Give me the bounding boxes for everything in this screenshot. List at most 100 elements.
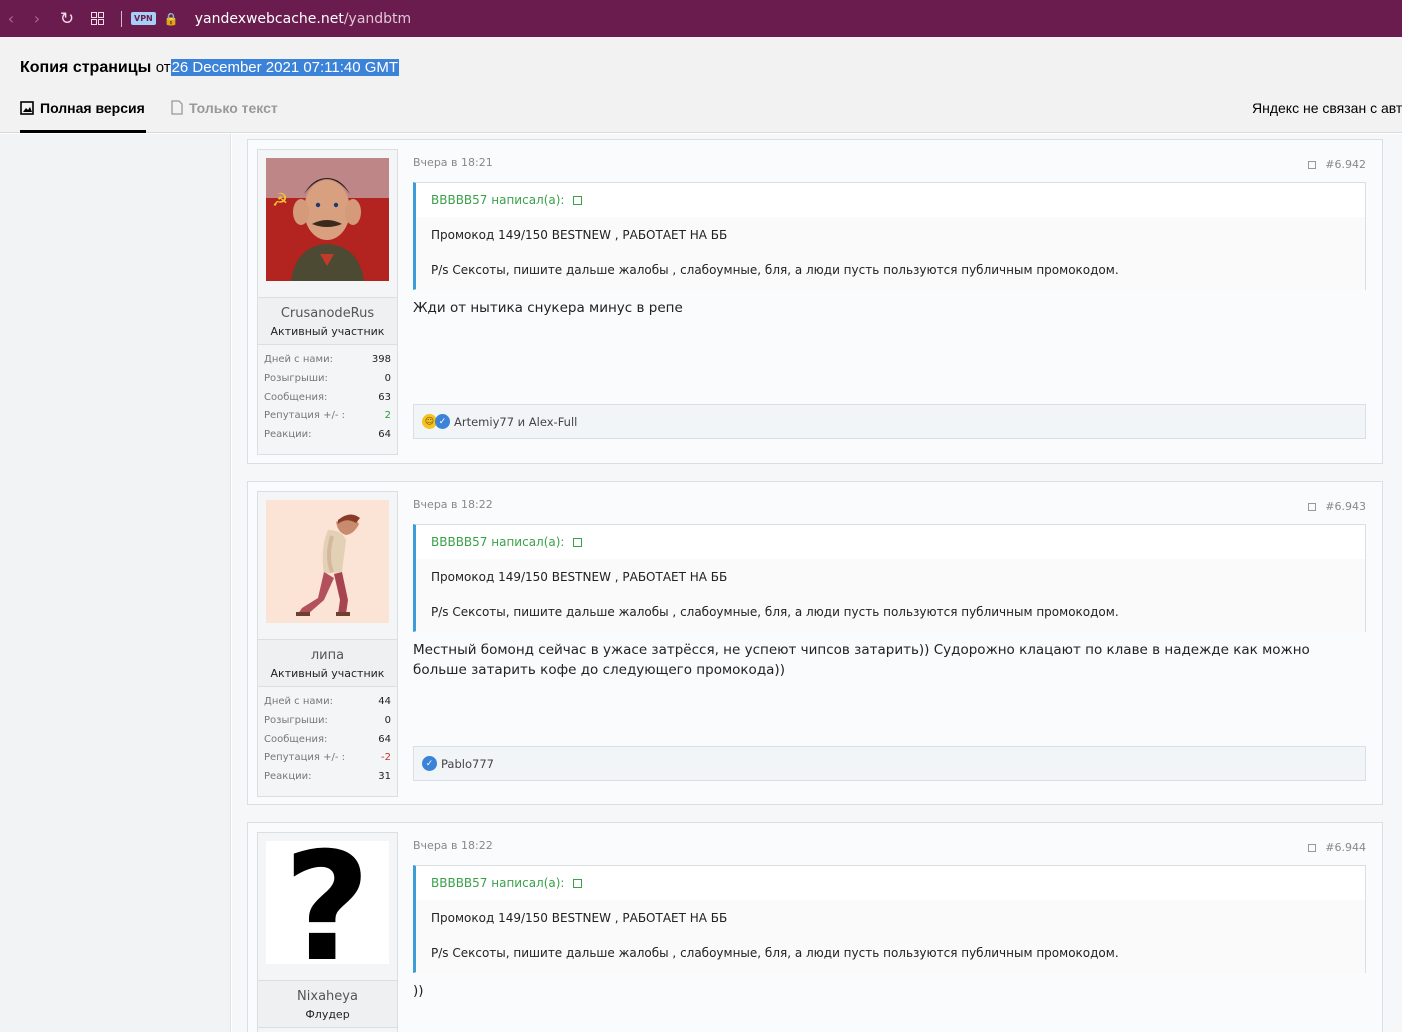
post-text: Местный бомонд сейчас в ужасе затрёсся, …	[413, 642, 1310, 678]
stat-label: Сообщения:	[264, 391, 328, 403]
like-reaction-icon: ✓	[422, 756, 437, 771]
stat-draws: Розыгрыши: 0	[264, 370, 391, 389]
stat-value: 64	[378, 733, 391, 745]
address-bar[interactable]: yandexwebcache.net/yandbtm	[195, 11, 411, 27]
stat-messages: Сообщения: 64	[264, 731, 391, 750]
reaction-users[interactable]: Artemiy77 и Alex-Full	[454, 415, 577, 429]
stat-label: Реакции:	[264, 771, 312, 782]
reaction-users[interactable]: Pablo777	[441, 757, 494, 771]
stat-reputation: Репутация +/- : -2	[264, 749, 391, 768]
disclaimer-text: Яндекс не связан с авт	[1252, 100, 1402, 116]
browser-toolbar: ‹ › ↻ VPN 🔒 yandexwebcache.net/yandbtm	[0, 0, 1402, 37]
quote-author[interactable]: BBBBB57 написал(а):	[431, 193, 564, 207]
tab-text-label: Только текст	[189, 100, 278, 116]
quote-author[interactable]: BBBBB57 написал(а):	[431, 535, 564, 549]
quote-jump-icon[interactable]	[573, 878, 583, 888]
stat-label: Дней с нами:	[264, 696, 333, 707]
reactions-bar[interactable]: ✓ Pablo777	[413, 746, 1366, 781]
quote-body: Промокод 149/150 BESTNEW , РАБОТАЕТ НА Б…	[416, 900, 1365, 973]
username[interactable]: Nixaheya	[258, 989, 397, 1004]
quote-line: P/s Сексоты, пишите дальше жалобы , слаб…	[431, 263, 1119, 277]
post-date[interactable]: Вчера в 18:22	[413, 839, 493, 852]
stat-label: Сообщения:	[264, 733, 328, 745]
share-icon[interactable]	[1308, 160, 1317, 169]
stat-label: Репутация +/- :	[264, 752, 345, 764]
stat-value: 0	[384, 372, 391, 384]
stat-draws: Розыгрыши: 0	[264, 712, 391, 731]
toolbar-divider	[121, 10, 122, 27]
stat-days: Дней с нами: 44	[264, 693, 391, 712]
user-name-block: CrusanodeRus Активный участник	[258, 297, 397, 345]
stat-value: 0	[384, 714, 391, 726]
url-path: /yandbtm	[343, 10, 412, 27]
reactions-bar[interactable]: ☺ ✓ Artemiy77 и Alex-Full	[413, 404, 1366, 439]
stat-reactions: Реакции: 64	[264, 426, 391, 445]
reload-icon[interactable]: ↻	[52, 0, 82, 37]
share-icon[interactable]	[1308, 843, 1317, 852]
stat-value: 31	[378, 771, 391, 782]
post-meta: #6.942	[1308, 158, 1366, 171]
user-stats: Дней с нами: 398 Розыгрыши: 0 Сообщения: 63…	[258, 345, 397, 449]
post-number[interactable]: #6.943	[1325, 500, 1366, 513]
quote-header: BBBBB57 написал(а):	[416, 866, 1365, 900]
post-date[interactable]: Вчера в 18:22	[413, 498, 493, 511]
stat-label: Дней с нами:	[264, 354, 333, 365]
user-stats: Дней с нами: 44 Розыгрыши: 0 Сообщения: 64 …	[258, 687, 397, 791]
post-date[interactable]: Вчера в 18:21	[413, 156, 493, 169]
stat-value: 398	[371, 354, 391, 365]
quote-jump-icon[interactable]	[573, 537, 583, 547]
back-icon[interactable]: ‹	[0, 0, 22, 37]
user-rank: Флудер	[305, 1008, 350, 1021]
user-rank: Активный участник	[270, 325, 385, 338]
tabs-grid-icon[interactable]	[82, 0, 112, 37]
avatar[interactable]: ☭	[266, 158, 389, 281]
document-icon	[171, 100, 183, 115]
left-sidebar-area	[0, 134, 231, 1032]
cache-title-text: Копия страницы	[20, 59, 152, 76]
post: липа Активный участник Дней с нами: 44 Ро…	[247, 481, 1383, 805]
quote-block: BBBBB57 написал(а): Промокод 149/150 BES…	[413, 865, 1366, 973]
post-text: Жди от нытика снукера минус в репе	[413, 300, 683, 316]
stat-reputation: Репутация +/- : 2	[264, 407, 391, 426]
username[interactable]: CrusanodeRus	[258, 306, 397, 321]
cache-date[interactable]: 26 December 2021 07:11:40 GMT	[170, 59, 400, 76]
tab-full-label: Полная версия	[40, 100, 145, 116]
quote-block: BBBBB57 написал(а): Промокод 149/150 BES…	[413, 524, 1366, 632]
user-name-block: липа Активный участник	[258, 639, 397, 687]
quote-header: BBBBB57 написал(а):	[416, 183, 1365, 217]
like-reaction-icon: ✓	[435, 414, 450, 429]
stat-value: 44	[378, 696, 391, 707]
quote-header: BBBBB57 написал(а):	[416, 525, 1365, 559]
page-title: Копия страницы от26 December 2021 07:11:…	[20, 59, 400, 77]
username[interactable]: липа	[258, 648, 397, 663]
quote-author[interactable]: BBBBB57 написал(а):	[431, 876, 564, 890]
post-number[interactable]: #6.944	[1325, 841, 1366, 854]
quote-body: Промокод 149/150 BESTNEW , РАБОТАЕТ НА Б…	[416, 559, 1365, 632]
user-info-box: ☭ CrusanodeRus Активный участник Дней с …	[257, 149, 398, 455]
post: ? Nixaheya Флудер Вчера в 18:22 #6.944 B…	[247, 822, 1383, 1032]
quote-line: Промокод 149/150 BESTNEW , РАБОТАЕТ НА Б…	[431, 228, 728, 242]
user-info-box: ? Nixaheya Флудер	[257, 832, 398, 1032]
lock-icon[interactable]: 🔒	[164, 12, 179, 26]
forward-icon[interactable]: ›	[22, 0, 52, 37]
stat-label: Розыгрыши:	[264, 372, 328, 384]
stat-label: Розыгрыши:	[264, 714, 328, 726]
quote-line: P/s Сексоты, пишите дальше жалобы , слаб…	[431, 946, 1119, 960]
avatar[interactable]	[266, 500, 389, 623]
share-icon[interactable]	[1308, 502, 1317, 511]
quote-line: P/s Сексоты, пишите дальше жалобы , слаб…	[431, 605, 1119, 619]
post-number[interactable]: #6.942	[1325, 158, 1366, 171]
stat-value: -2	[381, 752, 391, 764]
url-host: yandexwebcache.net	[194, 10, 344, 27]
user-rank: Активный участник	[270, 667, 385, 680]
vpn-badge[interactable]: VPN	[131, 12, 156, 25]
tab-text-only[interactable]: Только текст	[171, 100, 278, 133]
avatar[interactable]: ?	[266, 841, 389, 964]
stat-messages: Сообщения: 63	[264, 389, 391, 408]
quote-body: Промокод 149/150 BESTNEW , РАБОТАЕТ НА Б…	[416, 217, 1365, 290]
stat-days: Дней с нами: 398	[264, 351, 391, 370]
post: ☭ CrusanodeRus Активный участник Дней с …	[247, 139, 1383, 464]
stat-label: Реакции:	[264, 429, 312, 440]
tab-full-version[interactable]: Полная версия	[20, 100, 146, 133]
quote-jump-icon[interactable]	[573, 195, 583, 205]
